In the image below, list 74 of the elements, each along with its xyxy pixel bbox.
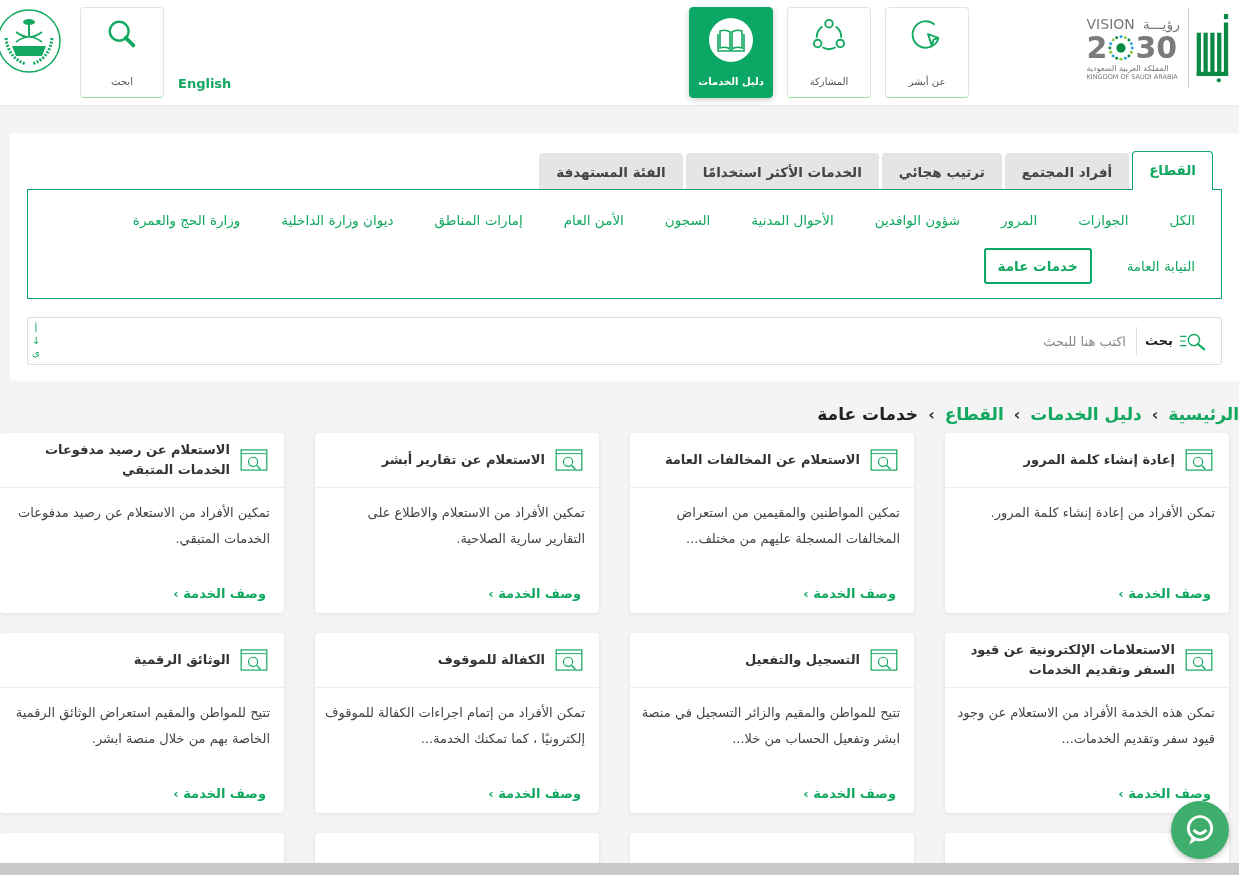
card-description: تمكن الأفراد من إتمام اجراءات الكفالة للموقوف إلكترونيًا ، كما تمكنك الخدمة... <box>324 703 586 749</box>
share-icon <box>812 18 846 52</box>
nav-button[interactable]: المشاركة <box>787 7 871 98</box>
browser-search-icon <box>870 449 898 471</box>
card-title: الاستعلام عن رصيد مدفوعات الخدمات المتبقي <box>43 441 230 479</box>
nav-button[interactable]: عن أبشر <box>885 7 969 98</box>
breadcrumb-separator: › <box>928 404 935 424</box>
browser-search-icon <box>240 449 268 471</box>
book-icon <box>709 18 753 62</box>
sector-filter[interactable]: شؤون الوافدين <box>868 202 966 238</box>
scrollbar[interactable] <box>0 863 1239 875</box>
card-description: تمكن الأفراد من إعادة إنشاء كلمة المرور. <box>989 503 1216 523</box>
sector-filter[interactable]: النيابة العامة <box>1120 248 1201 284</box>
breadcrumb-link[interactable]: القطاع <box>944 404 1004 424</box>
logo-text: VISION <box>1086 15 1135 32</box>
card-title: التسجيل والتفعيل <box>745 651 860 669</box>
browser-search-icon <box>555 649 583 671</box>
browser-search-icon <box>1185 449 1213 471</box>
breadcrumb-link[interactable]: دليل الخدمات <box>1030 404 1142 424</box>
service-details-link[interactable]: وصف الخدمة › <box>488 786 581 801</box>
sector-filter[interactable]: الأحوال المدنية <box>745 202 840 238</box>
breadcrumb-separator: › <box>1151 404 1159 424</box>
logo-text: 30 <box>1135 31 1178 64</box>
card-description: تتيح للمواطن والمقيم استعراض الوثائق الرقمية الخاصة بهم من خلال منصة ابشر. <box>14 704 271 749</box>
sector-filter[interactable]: الجوازات <box>1072 202 1135 238</box>
card-description: تمكين المواطنين والمقيمين من استعراض المخالفات المسجلة عليهم من مختلف... <box>675 504 901 549</box>
sort-toggle[interactable]: أ ↓ ى <box>30 323 42 359</box>
card-title: الاستعلام عن المخالفات العامة <box>664 451 860 470</box>
tab[interactable]: الفئة المستهدفة <box>539 153 683 189</box>
nav-button[interactable]: دليل الخدمات <box>689 7 773 98</box>
card-title: الوثائق الرقمية <box>133 651 230 669</box>
tab[interactable]: الخدمات الأكثر استخدامًا <box>685 153 879 189</box>
browser-search-icon <box>870 649 898 671</box>
card-title: الاستعلام عن تقارير أبشر <box>381 450 545 470</box>
search-label: بحث <box>1136 327 1173 355</box>
browser-search-icon <box>1185 649 1213 671</box>
card-title: الاستعلامات الإلكترونية عن قيود السفر وتقديم الخدمات <box>969 641 1175 679</box>
language-link[interactable]: English <box>178 76 232 91</box>
service-details-link[interactable]: وصف الخدمة › <box>1118 586 1211 601</box>
service-details-link[interactable]: وصف الخدمة › <box>173 586 266 601</box>
sector-filter[interactable]: ديوان وزارة الداخلية <box>275 202 400 238</box>
sector-filter[interactable]: الأمن العام <box>557 202 630 238</box>
card-description: تمكن هذه الخدمة الأفراد من الاستعلام عن وجود قيود سفر وتقديم الخدمات... <box>956 703 1216 749</box>
logo-text: المملكة العربية السعودية <box>1086 63 1169 73</box>
logo-icon <box>1188 8 1229 88</box>
logo-text: رؤيـــة <box>1142 15 1180 32</box>
tab[interactable]: أفراد المجتمع <box>1004 153 1130 189</box>
tab[interactable]: ترتيب هجائي <box>881 153 1002 189</box>
sector-filter[interactable]: خدمات عامة <box>983 248 1092 284</box>
sector-filter[interactable]: السجون <box>658 202 717 238</box>
service-details-link[interactable]: وصف الخدمة › <box>803 586 896 601</box>
service-details-link[interactable]: وصف الخدمة › <box>173 786 266 801</box>
card-description: تتيح للمواطن والمقيم والزائر التسجيل في منصة ابشر وتفعيل الحساب من خلا... <box>640 704 901 749</box>
breadcrumb-link[interactable]: الرئيسية <box>1168 404 1239 424</box>
card-description: تمكين الأفراد من الاستعلام والاطلاع على التقارير سارية الصلاحية. <box>366 503 586 549</box>
tab[interactable]: القطاع <box>1132 151 1213 190</box>
card-title: الكفالة للموقوف <box>437 651 545 669</box>
sector-filter[interactable]: إمارات المناطق <box>428 202 529 238</box>
logo-text: 2 <box>1086 31 1108 64</box>
service-details-link[interactable]: وصف الخدمة › <box>488 586 581 601</box>
search-button[interactable]: ابحث <box>80 7 164 98</box>
emblem-icon <box>1107 33 1136 62</box>
breadcrumb-separator: › <box>1013 404 1021 424</box>
browser-search-icon <box>240 649 268 671</box>
breadcrumb-current: خدمات عامة <box>817 404 919 424</box>
search-field[interactable]: بحث اكتب هنا للبحث أ ↓ ى <box>27 317 1222 365</box>
card-title: إعادة إنشاء كلمة المرور <box>1023 451 1175 469</box>
service-details-link[interactable]: وصف الخدمة › <box>1118 786 1211 801</box>
browser-search-icon <box>555 449 583 471</box>
sector-filter[interactable]: المرور <box>995 202 1044 238</box>
service-details-link[interactable]: وصف الخدمة › <box>803 786 896 801</box>
sector-filter[interactable]: وزارة الحج والعمرة <box>126 202 247 238</box>
card-description: تمكين الأفراد من الاستعلام عن رصيد مدفوعات الخدمات المتبقي. <box>17 503 271 548</box>
sector-filter[interactable]: الكل <box>1163 202 1201 238</box>
